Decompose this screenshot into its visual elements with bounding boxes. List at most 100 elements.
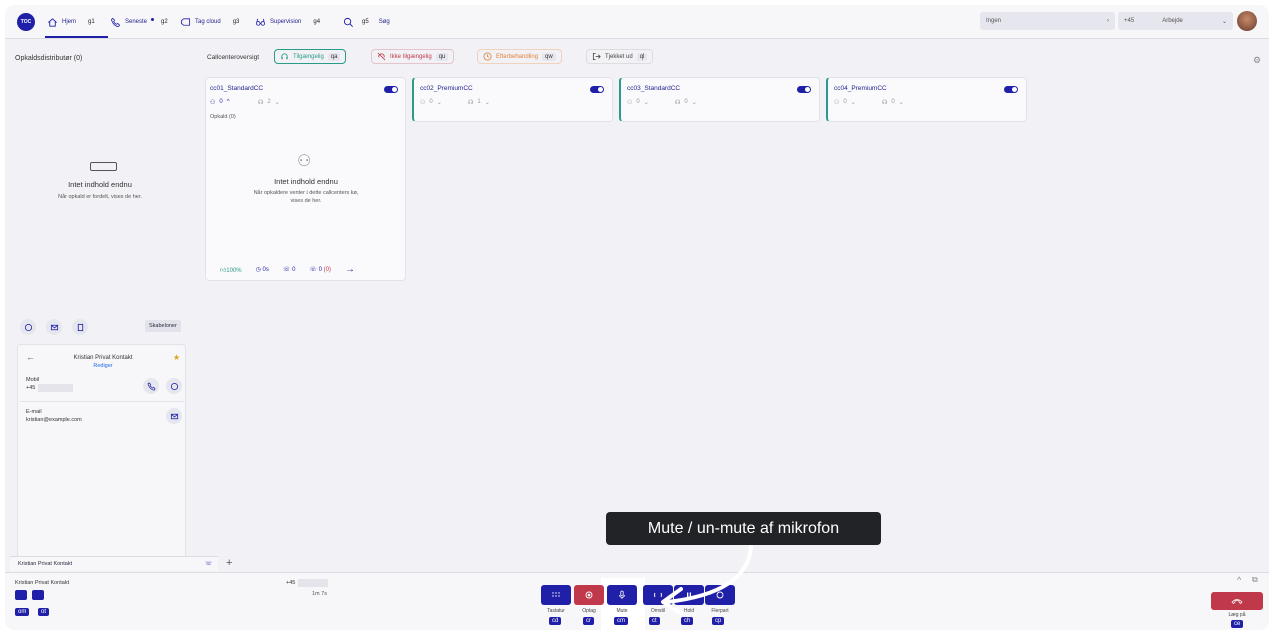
callcenter-card-cc01[interactable]: cc01_StandardCC ⚇ 0 ^ ☊ 2 ⌄ Opkald (0) ⚇… [205,77,406,281]
callcenter-toggle[interactable] [590,86,604,93]
contact-name: Kristian Privat Kontakt [73,355,133,361]
queue-count: ☊ 0 ⌄ [675,99,697,106]
nav-item-supervision[interactable]: Supervision g4 [255,15,320,29]
chevron-down-icon: ⌄ [484,100,490,106]
hangup-label: Læg på [1228,612,1246,618]
distributor-empty-title: Intet indhold endnu [68,180,132,189]
shortcut-g2: g2 [161,19,168,25]
chevron-down-icon: ⌄ [1221,18,1227,25]
home-icon [48,17,57,27]
templates-button[interactable]: Skabeloner [145,320,181,332]
phone-incoming-icon: ☏ [282,267,293,273]
call-mail-icon[interactable] [15,590,27,600]
status-select[interactable]: Ingen › [980,12,1115,30]
agent-count: ⚇ 0 ⌄ [834,99,856,106]
user-avatar[interactable] [1237,11,1257,31]
filter-after-call-label: Efterbehandling [496,53,539,60]
edit-contact-link[interactable]: Rediger [48,363,158,369]
tag-icon [180,17,191,26]
profile-select[interactable]: +45 Arbejde ⌄ [1118,12,1233,30]
answered-stat: ☏ 0 [283,266,296,273]
filter-checked-out[interactable]: Tjekket ud ql [586,49,654,64]
shortcut-qa: qa [327,52,341,61]
agent-icon: ⚇ [210,100,216,106]
callcenter-toggle[interactable] [1004,86,1018,93]
top-navigation: TOC Hjem g1 Seneste g2 Tag cloud g3 Supe… [5,5,1269,39]
collapse-icon[interactable]: ^ [1237,575,1241,585]
chevron-down-icon: ⌄ [691,100,697,106]
keypad-label: Tastatur [547,608,565,614]
filter-unavailable[interactable]: Ikke tilgængelig qu [371,49,455,64]
callcenter-empty-title: Intet indhold endnu [274,177,338,186]
chat-button[interactable] [20,319,36,335]
filter-unavailable-label: Ikke tilgængelig [390,53,432,60]
chevron-up-icon: ^ [226,99,230,105]
filter-after-call[interactable]: Efterbehandling qw [477,49,562,64]
lost-extra-value: (0) [323,267,331,273]
nav-label-recent: Seneste [125,19,148,25]
nav-label-search: Søg [378,19,390,25]
headset-off-icon [377,52,386,61]
send-email-button[interactable] [166,408,182,424]
sms-icon [77,323,83,331]
nav-item-recent[interactable]: Seneste g2 [110,15,168,29]
agent-count-value: 0 [219,99,223,105]
unread-dot [151,17,155,21]
person-icon: ⚇ [297,153,312,170]
filter-available[interactable]: Tilgængelig qa [274,49,347,64]
mobile-label: Mobil [26,377,40,383]
agent-icon: ⚇ [834,100,840,106]
record-button[interactable] [574,585,604,605]
nav-label-home: Hjem [62,19,77,25]
empty-box-icon [90,162,117,171]
hangup-icon [1231,599,1243,605]
callcenter-toggle[interactable] [797,86,811,93]
nav-item-search[interactable]: g5 Søg [343,15,390,29]
phone-prefix: +45 [1124,18,1135,24]
callcenter-card-cc03[interactable]: cc03_StandardCC ⚇ 0 ⌄ ☊ 0 ⌄ [619,77,820,122]
arrow-right-icon[interactable]: → [345,264,355,275]
contact-tab[interactable]: Kristian Privat Kontakt ☏ [10,556,218,571]
email-value: kristian@example.com [26,417,82,423]
callcenter-name: cc01_StandardCC [210,85,264,92]
shortcut-g3: g3 [232,19,240,25]
callcenter-card-cc04[interactable]: cc04_PremiumCC ⚇ 0 ⌄ ☊ 0 ⌄ [826,77,1027,122]
contact-actions [20,319,88,335]
settings-icon[interactable]: ⚙ [1253,55,1261,66]
phone-tab-icon: ☏ [205,561,212,567]
chevron-right-icon: › [1107,18,1109,24]
mute-button[interactable] [607,585,637,605]
chevron-down-icon: ⌄ [274,100,280,106]
call-chat-icon[interactable] [32,590,44,600]
keypad-icon [552,592,560,597]
chat-mobile-button[interactable] [166,378,182,394]
hangup-button[interactable] [1211,592,1263,610]
headset-icon: ☊ [882,100,888,106]
wait-value: 0s [262,267,269,273]
filter-available-label: Tilgængelig [293,53,324,60]
wait-stat: ◷ 0s [256,266,269,273]
star-icon[interactable]: ★ [173,353,180,362]
queue-count: ☊ 1 ⌄ [468,99,490,106]
chevron-down-icon: ⌄ [898,100,904,106]
nav-label-tag-cloud: Tag cloud [195,19,221,25]
callcenter-toggle[interactable] [384,86,398,93]
mail-icon [170,413,178,419]
answered-value: 0 [292,267,296,273]
call-mobile-button[interactable] [143,378,159,394]
add-tab-button[interactable]: + [226,557,232,569]
sms-button[interactable] [72,319,88,335]
mail-button[interactable] [46,319,62,335]
shortcut-ot: ot [38,608,50,616]
callcenter-card-cc02[interactable]: cc02_PremiumCC ⚇ 0 ⌄ ☊ 1 ⌄ [412,77,613,122]
contact-tab-label: Kristian Privat Kontakt [18,561,73,567]
keypad-button[interactable] [541,585,571,605]
nav-item-tag-cloud[interactable]: Tag cloud g3 [180,15,239,29]
back-arrow-icon[interactable]: ← [26,352,35,362]
queue-count-value: 0 [684,99,688,105]
headset-icon: ☊ [468,100,474,106]
callcenter-name: cc04_PremiumCC [834,85,887,92]
popout-icon[interactable]: ⧉ [1252,575,1258,585]
shortcut-qu: qu [435,52,449,61]
nav-item-home[interactable]: Hjem g1 [47,15,95,29]
